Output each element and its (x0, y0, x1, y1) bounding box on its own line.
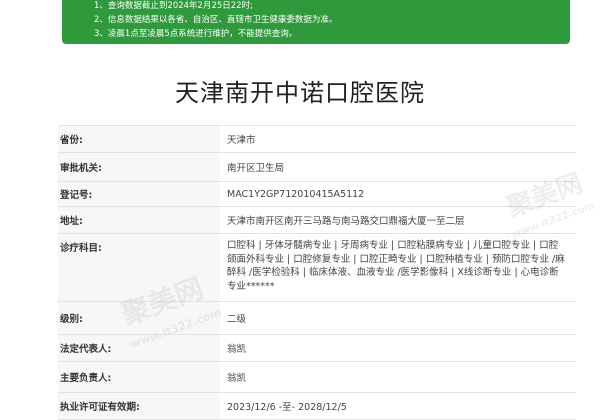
address-value: 天津市南开区南开三马路与南马路交口鼎福大厦一至二层 (227, 216, 465, 227)
registration-number-label: 登记号: (58, 182, 220, 206)
approval-authority-value: 南开区卫生局 (227, 163, 285, 174)
notice-line-2: 2、信息数据结果以各省、自治区、直辖市卫生健康委数据为准。 (94, 15, 338, 25)
address-label: 地址: (58, 207, 220, 233)
level-value: 二级 (227, 314, 247, 325)
main-responsible-person-label: 主要负责人: (58, 362, 220, 392)
license-validity-label: 执业许可证有效期: (58, 393, 220, 419)
row-province: 省份: 天津市 (58, 126, 576, 153)
row-registration-number: 登记号: MAC1Y2GP712010415A5112 (58, 182, 576, 207)
province-value: 天津市 (227, 135, 256, 146)
notice-line-3: 3、凌晨1点至凌晨5点系统进行维护，不能提供查询。 (94, 29, 298, 39)
approval-authority-label: 审批机关: (58, 153, 220, 181)
province-label: 省份: (58, 126, 220, 152)
hospital-name-title: 天津南开中诺口腔医院 (175, 79, 425, 107)
row-legal-representative: 法定代表人: 翁凯 (58, 335, 576, 362)
main-responsible-person-value: 翁凯 (227, 373, 247, 384)
hospital-info-table: 省份: 天津市 审批机关: 南开区卫生局 登记号: MAC1Y2GP712010… (58, 125, 576, 420)
row-level: 级别: 二级 (58, 302, 576, 335)
row-clinical-departments: 诊疗科目: 口腔科 | 牙体牙髓病专业 | 牙周病专业 | 口腔粘膜病专业 | … (58, 234, 576, 302)
legal-representative-label: 法定代表人: (58, 335, 220, 361)
row-main-responsible-person: 主要负责人: 翁凯 (58, 362, 576, 393)
license-validity-value: 2023/12/6 -至- 2028/12/5 (227, 402, 347, 413)
query-notice-banner: 1、查询数据截止到2024年2月25日22时; 2、信息数据结果以各省、自治区、… (62, 0, 570, 44)
row-address: 地址: 天津市南开区南开三马路与南马路交口鼎福大厦一至二层 (58, 207, 576, 234)
registration-number-value: MAC1Y2GP712010415A5112 (227, 188, 365, 200)
notice-line-1: 1、查询数据截止到2024年2月25日22时; (94, 1, 253, 11)
clinical-departments-value: 口腔科 | 牙体牙髓病专业 | 牙周病专业 | 口腔粘膜病专业 | 儿童口腔专业… (227, 240, 565, 292)
legal-representative-value: 翁凯 (227, 344, 247, 355)
row-approval-authority: 审批机关: 南开区卫生局 (58, 153, 576, 182)
clinical-departments-label: 诊疗科目: (58, 234, 220, 301)
row-license-validity: 执业许可证有效期: 2023/12/6 -至- 2028/12/5 (58, 393, 576, 420)
level-label: 级别: (58, 302, 220, 334)
